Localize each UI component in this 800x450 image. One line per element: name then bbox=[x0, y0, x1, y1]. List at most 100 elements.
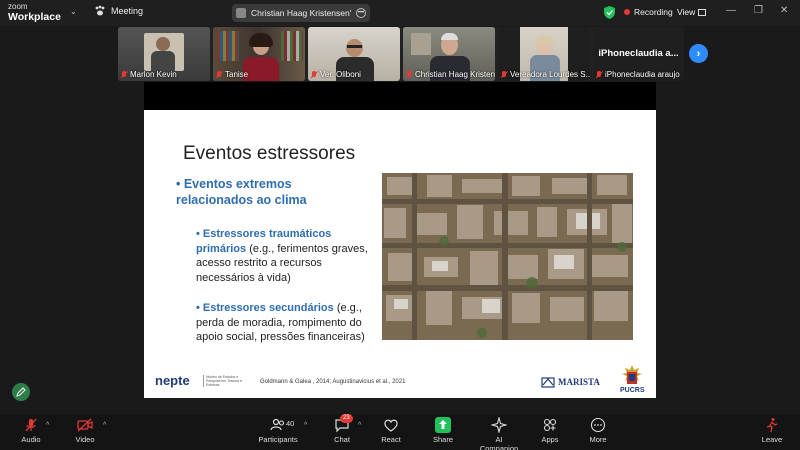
view-button[interactable]: View bbox=[677, 7, 707, 17]
participant-name: iPhoneclaudia araujo bbox=[596, 70, 680, 79]
participant-tile[interactable]: Vereadora Lourdes S... bbox=[498, 27, 590, 81]
apps-label: Apps bbox=[541, 435, 559, 444]
participant-tile[interactable]: Ver. Oliboni bbox=[308, 27, 400, 81]
apps-icon bbox=[543, 418, 557, 432]
participant-tile[interactable]: Marlon Kevin bbox=[118, 27, 210, 81]
screen-thumbnail-icon bbox=[236, 8, 246, 18]
meeting-label: Meeting bbox=[111, 6, 144, 16]
minimize-icon[interactable]: — bbox=[726, 5, 736, 16]
mic-muted-icon bbox=[25, 418, 37, 432]
slide-footer: nepte Núcleo de Estudos e Pesquisa em Tr… bbox=[144, 364, 656, 398]
video-label: Video bbox=[75, 435, 95, 444]
slide-sub-bullet: • Estressores secundários (e.g., perda d… bbox=[196, 301, 376, 345]
participant-strip: Marlon Kevin Tanise Ver. Oliboni Christi… bbox=[118, 27, 684, 81]
pencil-icon bbox=[16, 387, 26, 397]
nepte-logo-subtitle: Núcleo de Estudos e Pesquisa em Trauma e… bbox=[203, 375, 243, 387]
mic-muted-icon bbox=[596, 70, 602, 79]
camera-off-icon bbox=[77, 418, 93, 432]
mic-muted-icon bbox=[311, 70, 317, 79]
leave-label: Leave bbox=[761, 435, 783, 444]
leave-walk-icon bbox=[766, 418, 778, 433]
chevron-up-icon[interactable]: ^ bbox=[46, 422, 49, 429]
participant-name: Tanise bbox=[216, 70, 248, 79]
more-button[interactable]: More bbox=[586, 417, 610, 444]
more-dots-icon bbox=[590, 417, 606, 433]
participant-name: Marlon Kevin bbox=[121, 70, 177, 79]
view-label: View bbox=[677, 7, 696, 17]
marista-emblem-icon bbox=[541, 377, 555, 388]
react-button[interactable]: React bbox=[378, 417, 404, 444]
pucrs-logo: PUCRS bbox=[618, 364, 646, 398]
brand-top-text: zoom bbox=[8, 2, 28, 11]
share-label: Share bbox=[432, 435, 453, 444]
recording-label: Recording bbox=[634, 7, 673, 17]
annotate-button[interactable] bbox=[12, 383, 30, 401]
mic-muted-icon bbox=[216, 70, 222, 79]
sub-bullet-heading: • Estressores secundários bbox=[196, 302, 334, 314]
sparkle-icon bbox=[491, 417, 507, 433]
mic-muted-icon bbox=[406, 70, 412, 79]
pucrs-logo-text: PUCRS bbox=[620, 387, 645, 394]
participant-display-name: iPhoneclaudia a... bbox=[598, 48, 679, 59]
shield-check-icon[interactable] bbox=[604, 6, 615, 19]
ai-companion-label: AI Companion bbox=[479, 435, 519, 450]
grid-view-icon bbox=[698, 8, 707, 16]
flood-aerial-photo bbox=[382, 173, 633, 340]
participants-count: 40 bbox=[286, 419, 295, 428]
participant-tile[interactable]: iPhoneclaudia a... iPhoneclaudia araujo bbox=[593, 27, 684, 81]
slide-sub-bullet: • Estressores traumáticos primários (e.g… bbox=[196, 227, 376, 285]
screen-share-indicator[interactable]: Christian Haag Kristensen's scree ••• bbox=[232, 4, 370, 22]
brand-bottom-text: Workplace bbox=[8, 11, 61, 23]
participant-name: Ver. Oliboni bbox=[311, 70, 361, 79]
chat-unread-badge: 23 bbox=[340, 414, 353, 423]
mic-muted-icon bbox=[121, 70, 127, 79]
share-label: Christian Haag Kristensen's scree bbox=[251, 8, 351, 18]
participant-name: Vereadora Lourdes S... bbox=[501, 70, 590, 79]
share-screen-button[interactable]: Share bbox=[430, 417, 456, 444]
participant-name: Christian Haag Kristensen bbox=[406, 70, 495, 79]
close-icon[interactable]: ✕ bbox=[780, 5, 788, 16]
pucrs-crest-icon bbox=[622, 365, 642, 384]
slide-title: Eventos estressores bbox=[183, 143, 356, 164]
slide-citation: Goldmann & Galea , 2014; Augustinavicius… bbox=[260, 379, 406, 385]
next-page-button[interactable]: › bbox=[689, 44, 708, 63]
zoom-meeting-window: zoom Workplace ⌄ Meeting Christian Haag … bbox=[0, 0, 800, 450]
zoom-workplace-logo[interactable]: zoom Workplace bbox=[8, 3, 61, 23]
meeting-button[interactable]: Meeting bbox=[94, 5, 143, 17]
react-label: React bbox=[381, 435, 401, 444]
marista-logo-text: MARISTA bbox=[558, 377, 600, 387]
participants-icon bbox=[270, 418, 285, 431]
paw-icon bbox=[95, 5, 105, 16]
heart-icon bbox=[384, 419, 398, 432]
leave-button[interactable]: Leave bbox=[758, 417, 786, 444]
chat-label: Chat bbox=[334, 435, 350, 444]
participant-tile[interactable]: Tanise bbox=[213, 27, 305, 81]
recording-dot-icon bbox=[624, 9, 630, 15]
audio-button[interactable]: Audio bbox=[18, 417, 44, 444]
chevron-right-icon: › bbox=[696, 47, 701, 60]
video-button[interactable]: Video bbox=[72, 417, 98, 444]
apps-button[interactable]: Apps bbox=[538, 417, 562, 444]
presentation-slide: Eventos estressores • Eventos extremos r… bbox=[144, 110, 656, 398]
chevron-up-icon[interactable]: ^ bbox=[103, 422, 106, 429]
more-label: More bbox=[589, 435, 607, 444]
top-bar: zoom Workplace ⌄ Meeting Christian Haag … bbox=[0, 0, 800, 26]
participant-tile-active-speaker[interactable]: Christian Haag Kristensen bbox=[403, 27, 495, 81]
recording-indicator[interactable]: Recording bbox=[624, 7, 673, 17]
chat-button[interactable]: 23 Chat bbox=[330, 414, 354, 444]
mic-muted-icon bbox=[501, 70, 507, 79]
share-arrow-icon bbox=[435, 417, 451, 433]
participants-label: Participants bbox=[258, 435, 298, 444]
maximize-icon[interactable]: ❐ bbox=[754, 5, 763, 16]
chevron-up-icon[interactable]: ^ bbox=[304, 422, 307, 429]
ai-companion-button[interactable]: AI Companion bbox=[476, 417, 522, 450]
marista-logo: MARISTA bbox=[541, 376, 600, 388]
audio-label: Audio bbox=[21, 435, 41, 444]
chevron-up-icon[interactable]: ^ bbox=[358, 422, 361, 429]
slide-bullet: • Eventos extremos relacionados ao clima bbox=[176, 177, 307, 207]
meeting-toolbar: Audio ^ Video ^ Participants 40 ^ 23 Cha… bbox=[0, 414, 800, 450]
more-options-icon[interactable]: ••• bbox=[356, 8, 366, 18]
nepte-logo-text: nepte bbox=[155, 373, 190, 388]
nepte-logo: nepte Núcleo de Estudos e Pesquisa em Tr… bbox=[155, 373, 242, 388]
chevron-down-icon[interactable]: ⌄ bbox=[70, 7, 77, 16]
